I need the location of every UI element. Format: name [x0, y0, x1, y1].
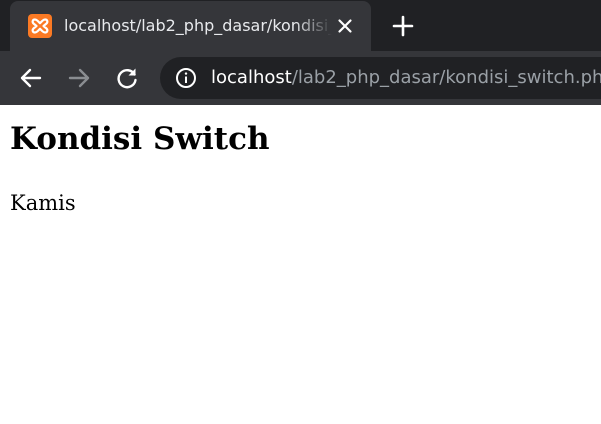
back-arrow-icon[interactable]: [17, 64, 45, 92]
page-content: Kondisi Switch Kamis: [0, 105, 601, 424]
reload-icon[interactable]: [113, 64, 141, 92]
page-title: Kondisi Switch: [10, 121, 270, 157]
xampp-icon: [28, 14, 52, 38]
close-tab-icon[interactable]: [335, 16, 355, 36]
url-host: localhost: [211, 67, 292, 88]
url-path: /lab2_php_dasar/kondisi_switch.php: [291, 67, 601, 88]
active-tab[interactable]: localhost/lab2_php_dasar/kondisi_switch.…: [10, 1, 371, 51]
tab-title: localhost/lab2_php_dasar/kondisi_switch.…: [64, 16, 332, 35]
forward-arrow-icon[interactable]: [65, 64, 93, 92]
browser-toolbar: localhost/lab2_php_dasar/kondisi_switch.…: [0, 51, 601, 105]
switch-result-text: Kamis: [10, 191, 76, 215]
address-bar[interactable]: localhost/lab2_php_dasar/kondisi_switch.…: [160, 57, 601, 99]
site-info-icon[interactable]: [175, 67, 197, 89]
new-tab-icon[interactable]: [389, 12, 417, 40]
tab-strip: localhost/lab2_php_dasar/kondisi_switch.…: [0, 0, 601, 51]
url-text[interactable]: localhost/lab2_php_dasar/kondisi_switch.…: [211, 57, 601, 99]
browser-window: localhost/lab2_php_dasar/kondisi_switch.…: [0, 0, 601, 424]
